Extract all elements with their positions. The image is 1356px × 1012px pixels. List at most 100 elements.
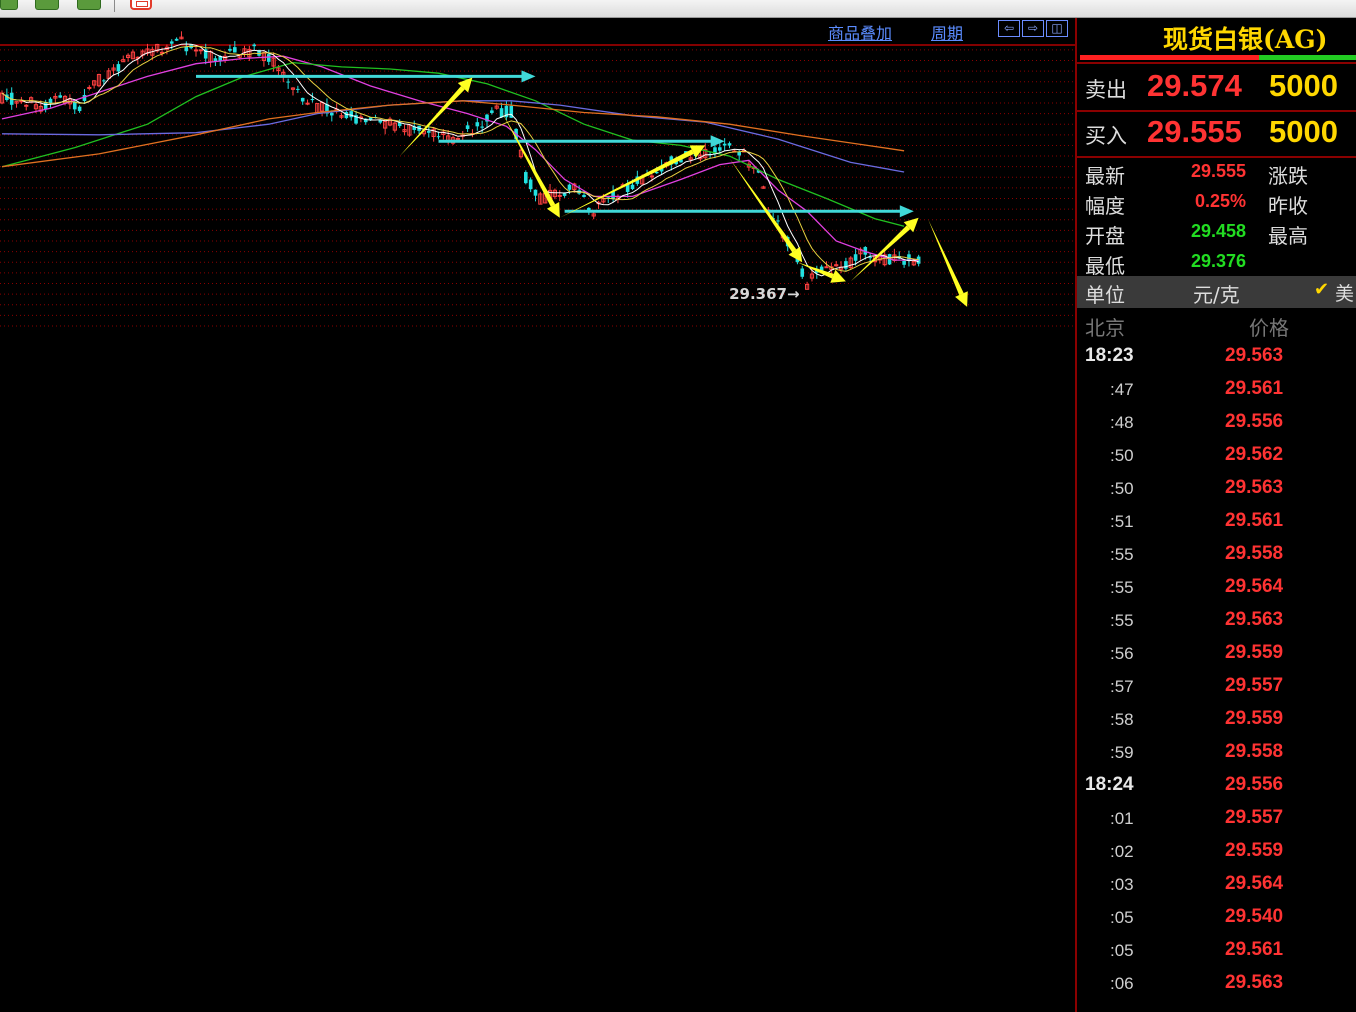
tick-price: 29.559 [1225,642,1284,663]
currency-toggle[interactable]: 美 [1335,279,1354,306]
candle-body [116,64,121,72]
candle-body [630,184,635,190]
unit-label: 单位 [1085,283,1125,307]
instrument-title: 现货白银(AG) [1163,25,1328,54]
candle-body [853,254,858,261]
stat-value: 29.376 [1190,251,1246,271]
overlay-link[interactable]: 商品叠加 [828,20,892,44]
stat-row: 最新 29.555 涨跌 [1077,158,1356,188]
stat-label: 开盘 [1085,224,1125,248]
candle-body [475,122,480,127]
candle-body [58,95,62,98]
candlestick-chart [0,31,1075,327]
stat-value: 29.458 [1190,221,1246,241]
level-arrowhead [899,205,914,218]
candle-body [305,102,310,105]
stat-label: 最新 [1085,164,1125,188]
arrow-left-icon[interactable]: ⇦ [998,20,1020,37]
tick-row: :05 29.561 [1077,936,1356,969]
tick-row: :57 29.557 [1077,672,1356,705]
tick-time: :59 [1110,743,1134,762]
tick-price: 29.561 [1225,939,1284,960]
toolbar [0,0,1356,18]
candle-body [300,97,305,102]
stat-label: 幅度 [1085,194,1125,218]
tick-time: :03 [1110,875,1134,894]
candle-body [48,98,53,104]
level-arrowhead [521,70,536,83]
checkmark-icon[interactable]: ✔ [1314,279,1329,300]
tick-row: :06 29.563 [1077,969,1356,1002]
chart-area[interactable]: 商品叠加 周期 ⇦ ⇨ ◫ 29.367→ [0,18,1075,1012]
split-view-icon[interactable]: ◫ [1046,20,1068,37]
tick-price: 29.564 [1225,873,1284,894]
tick-price: 29.559 [1225,840,1284,861]
candle-body [824,266,829,269]
sell-price: 29.574 [1147,68,1242,103]
tick-row: :01 29.557 [1077,804,1356,837]
tick-time: :47 [1110,380,1134,399]
tick-time: 18:23 [1085,345,1134,366]
tick-row: :55 29.564 [1077,573,1356,606]
buy-volume: 5000 [1269,114,1338,149]
tick-time: :50 [1110,446,1134,465]
tick-time: :55 [1110,611,1134,630]
arrow-right-icon[interactable]: ⇨ [1022,20,1044,37]
ratio-bar-sell [1080,55,1260,60]
candle-body [286,81,290,83]
tick-row: :51 29.561 [1077,507,1356,540]
candle-body [902,260,906,265]
tick-price: 29.556 [1225,774,1284,795]
candle-body [490,110,494,113]
tick-time: :05 [1110,941,1134,960]
candle-body [844,261,848,269]
tick-row: :47 29.561 [1077,375,1356,408]
candle-body [24,104,29,107]
tick-price: 29.563 [1225,345,1284,366]
candle-body [87,86,92,89]
tick-price: 29.559 [1225,708,1284,729]
toolbar-divider [114,0,115,12]
tick-price: 29.558 [1225,543,1284,564]
candle-body [582,194,586,197]
toolbar-button-3[interactable] [77,0,101,10]
stat-value: 0.25% [1194,191,1246,211]
ticks-header-price: 价格 [1249,316,1289,340]
tick-row: :02 29.559 [1077,837,1356,870]
tick-row: :50 29.562 [1077,441,1356,474]
candle-body [198,49,203,52]
stat-row: 最低 29.376 [1077,248,1356,278]
stat-label-secondary: 最高 [1268,224,1308,248]
candle-body [499,108,504,118]
candle-body [233,47,237,53]
stat-row: 开盘 29.458 最高 [1077,218,1356,248]
candle-body [465,125,470,129]
toolbar-button-1[interactable] [0,0,18,10]
candle-body [649,175,654,178]
quote-panel: 现货白银(AG) 卖出 29.574 5000 买入 29.555 5000 最… [1075,18,1356,1012]
candle-body [213,58,218,62]
unit-row: 单位 元/克 ✔ 美 [1077,276,1356,308]
candle-body [718,147,722,151]
period-link[interactable]: 周期 [931,20,963,44]
candle-body [455,137,460,140]
level-arrowhead [710,135,725,148]
ratio-bar-buy [1259,55,1356,60]
candle-body [193,49,199,52]
candle-body [727,143,732,146]
image-export-icon[interactable] [130,0,152,10]
toolbar-button-2[interactable] [35,0,59,10]
tick-row: :56 29.559 [1077,639,1356,672]
bid-ask-ratio-bar [1080,55,1356,60]
candle-body [562,193,567,196]
unit-value: 元/克 [1193,283,1240,307]
tick-time: :50 [1110,479,1134,498]
candle-body [436,136,441,138]
candle-body [169,41,174,44]
ticks-header-time: 北京 [1085,316,1125,340]
tick-price: 29.558 [1225,741,1284,762]
tick-row: 18:24 29.556 [1077,771,1356,804]
candle-body [174,38,179,41]
tick-price: 29.563 [1225,477,1284,498]
tick-time: :56 [1110,644,1134,663]
